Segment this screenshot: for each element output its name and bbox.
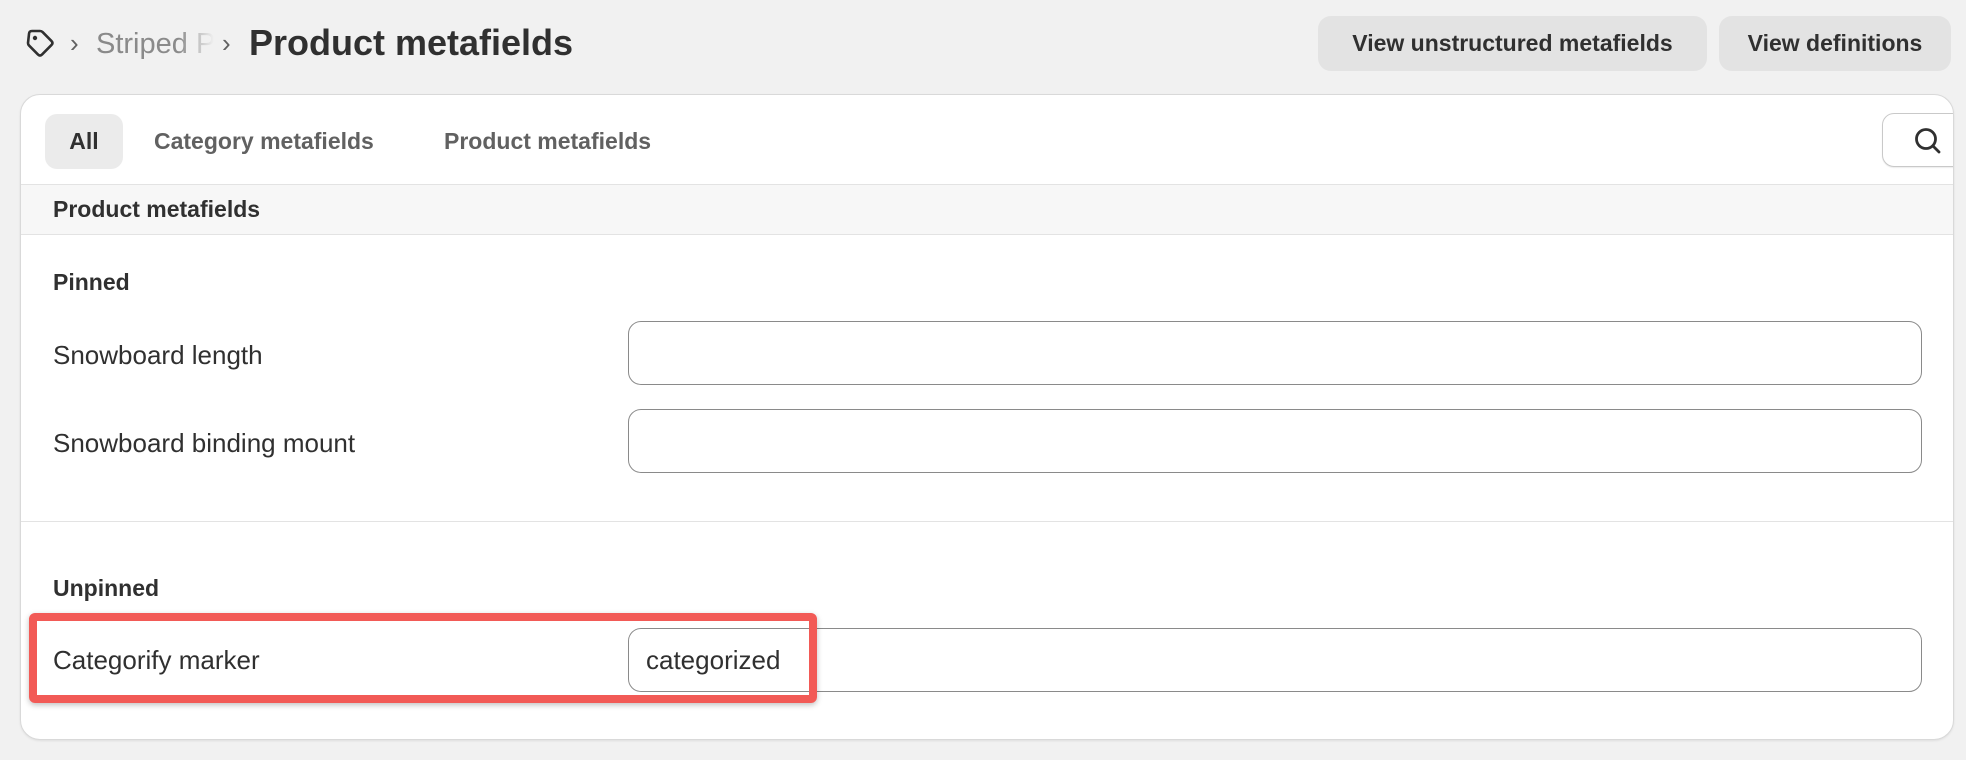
page-title: Product metafields <box>249 22 574 63</box>
unpinned-group-title: Unpinned <box>53 575 160 601</box>
breadcrumb-parent[interactable]: Striped Pride <box>96 24 214 64</box>
pinned-group-title: Pinned <box>53 269 130 295</box>
view-unstructured-metafields-button[interactable]: View unstructured metafields <box>1318 16 1707 71</box>
view-definitions-button[interactable]: View definitions <box>1719 16 1951 71</box>
categorify-marker-label: Categorify marker <box>53 645 260 675</box>
snowboard-binding-mount-label: Snowboard binding mount <box>53 428 356 458</box>
tab-product-metafields[interactable]: Product metafields <box>444 114 651 169</box>
tag-icon[interactable] <box>24 27 56 59</box>
section-header: Product metafields <box>21 184 1953 235</box>
tab-all[interactable]: All <box>45 114 123 169</box>
search-button[interactable] <box>1882 113 1953 167</box>
tab-category-metafields[interactable]: Category metafields <box>154 114 374 169</box>
divider <box>21 521 1953 522</box>
metafields-card: All Category metafields Product metafiel… <box>20 94 1954 740</box>
section-title: Product metafields <box>53 196 261 222</box>
chevron-right-icon: › <box>70 28 79 58</box>
page-header: › Striped Pride › Product metafields Vie… <box>0 0 1966 88</box>
search-icon <box>1915 128 1941 154</box>
chevron-right-icon: › <box>222 28 231 58</box>
snowboard-binding-mount-input[interactable] <box>628 409 1922 473</box>
snowboard-length-input[interactable] <box>628 321 1922 385</box>
categorify-marker-input[interactable]: categorized <box>628 628 1922 692</box>
snowboard-length-label: Snowboard length <box>53 340 263 370</box>
